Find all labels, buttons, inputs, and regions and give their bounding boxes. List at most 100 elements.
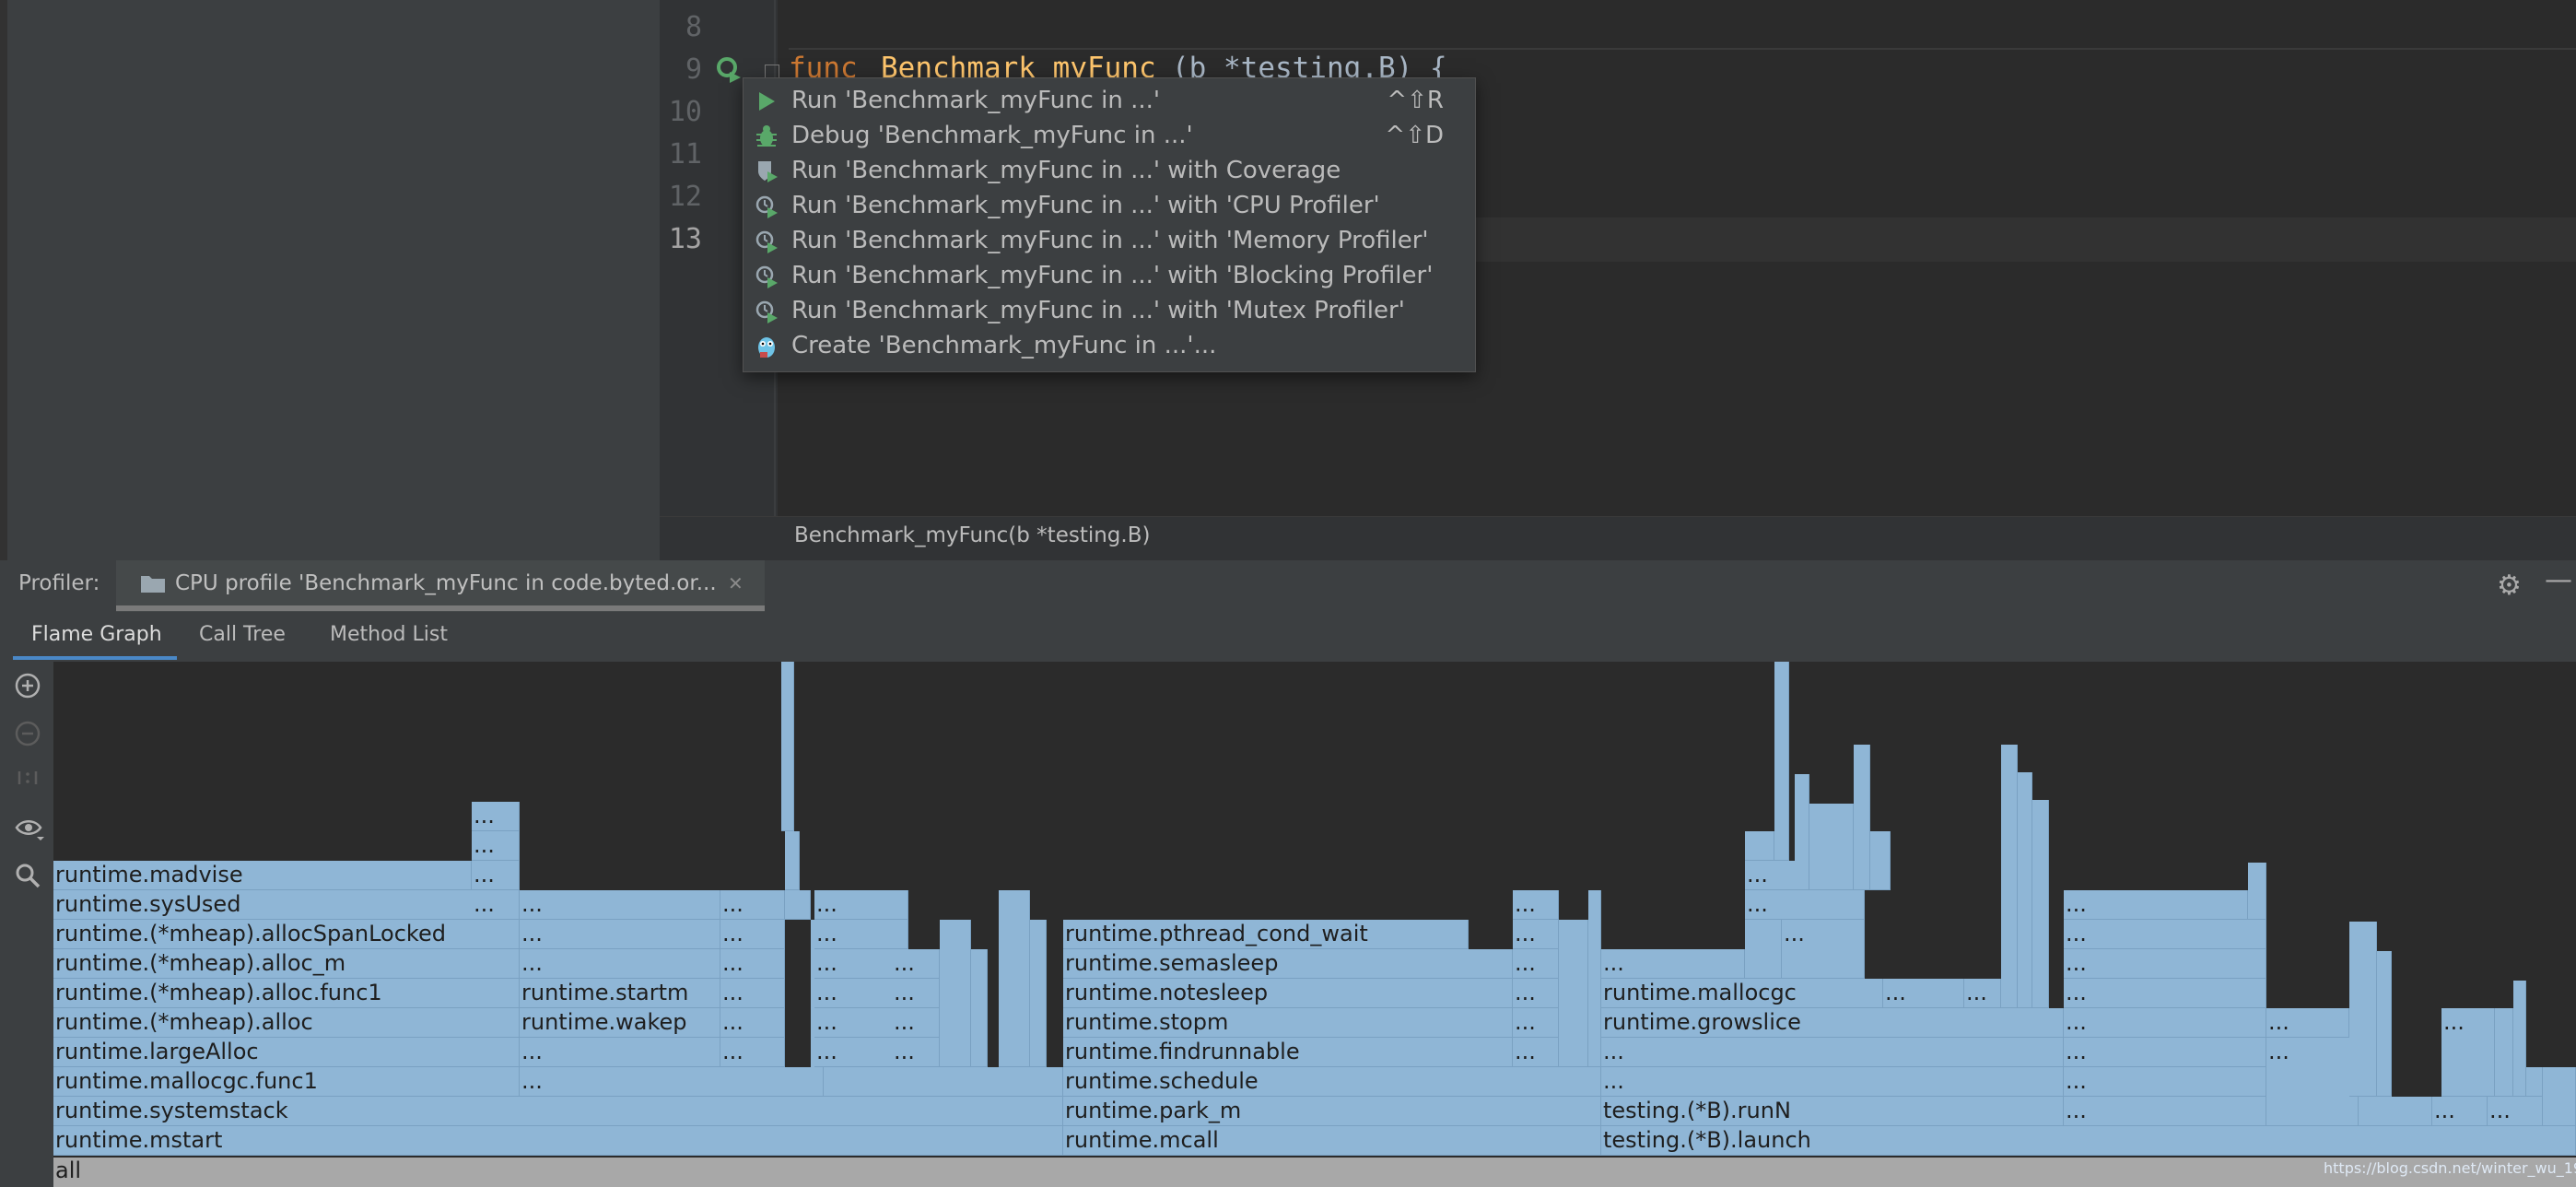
flame-frame[interactable]: testing.(*B).launch: [1601, 1126, 2576, 1156]
menu-item-blocking-profiler[interactable]: Run 'Benchmark_myFunc in ...' with 'Bloc…: [744, 259, 1475, 294]
menu-item-run[interactable]: Run 'Benchmark_myFunc in ...' ^⇧R: [744, 84, 1475, 119]
flame-frame[interactable]: runtime.sysUsed: [53, 890, 520, 920]
flame-frame[interactable]: ...: [814, 890, 908, 920]
flame-frame[interactable]: ...: [1513, 890, 1559, 920]
flame-frame[interactable]: ...: [2266, 1008, 2349, 1038]
flame-frame[interactable]: [2377, 951, 2392, 1097]
tab-flame-graph[interactable]: Flame Graph: [31, 623, 162, 646]
flame-frame[interactable]: ...: [472, 861, 520, 890]
flame-frame[interactable]: [2526, 1067, 2543, 1097]
flame-frame[interactable]: ...: [1782, 920, 1865, 979]
flame-frame[interactable]: [1774, 662, 1789, 861]
zoom-in-icon[interactable]: [15, 673, 41, 702]
flame-frame[interactable]: ...: [892, 949, 940, 979]
flame-frame[interactable]: ...: [472, 890, 520, 920]
flame-frame[interactable]: [999, 890, 1030, 1067]
flame-frame[interactable]: [1745, 920, 1782, 979]
flame-frame[interactable]: ...: [814, 920, 908, 949]
flame-frame[interactable]: ...: [1883, 979, 1964, 1008]
flame-frame[interactable]: ...: [1513, 949, 1559, 979]
flame-frame[interactable]: [1809, 804, 1854, 890]
flame-frame[interactable]: runtime.growslice: [1601, 1008, 2064, 1038]
flame-frame[interactable]: [2248, 863, 2266, 920]
menu-item-mutex-profiler[interactable]: Run 'Benchmark_myFunc in ...' with 'Mute…: [744, 294, 1475, 329]
zoom-out-icon[interactable]: [15, 721, 41, 750]
flame-frame[interactable]: [781, 662, 794, 831]
flame-frame[interactable]: ...: [2064, 979, 2266, 1008]
flame-frame[interactable]: runtime.findrunnable: [1063, 1038, 1513, 1067]
flame-frame[interactable]: [785, 831, 800, 890]
flame-frame[interactable]: runtime.pthread_cond_wait: [1063, 920, 1469, 949]
flame-frame[interactable]: runtime.(*mheap).allocSpanLocked: [53, 920, 520, 949]
flame-frame[interactable]: [2359, 1097, 2432, 1126]
flame-frame[interactable]: ...: [720, 949, 785, 979]
flame-frame[interactable]: ...: [520, 920, 720, 949]
flame-frame[interactable]: [1588, 890, 1601, 1067]
flame-frame[interactable]: runtime.mallocgc: [1601, 979, 1883, 1008]
gear-icon[interactable]: ⚙: [2497, 570, 2522, 602]
flame-frame[interactable]: runtime.(*mheap).alloc: [53, 1008, 520, 1038]
flame-frame[interactable]: ...: [2064, 1008, 2266, 1038]
flame-frame[interactable]: [2349, 922, 2377, 1097]
flame-frame[interactable]: ...: [520, 1038, 720, 1067]
flame-frame[interactable]: ...: [472, 802, 520, 831]
menu-item-memory-profiler[interactable]: Run 'Benchmark_myFunc in ...' with 'Memo…: [744, 224, 1475, 259]
flame-frame[interactable]: ...: [1513, 1038, 1559, 1067]
run-gutter-icon[interactable]: [715, 55, 743, 83]
flame-frame[interactable]: ...: [2441, 1008, 2495, 1097]
flame-frame[interactable]: runtime.systemstack: [53, 1097, 1063, 1126]
flame-frame[interactable]: runtime.mcall: [1063, 1126, 1601, 1156]
flame-frame[interactable]: runtime.(*mheap).alloc_m: [53, 949, 520, 979]
flame-frame[interactable]: ...: [720, 920, 785, 949]
flame-frame[interactable]: ...: [2432, 1097, 2488, 1126]
flame-frame[interactable]: runtime.notesleep: [1063, 979, 1513, 1008]
flame-frame[interactable]: ...: [2064, 1038, 2266, 1067]
flame-frame[interactable]: ...: [892, 1038, 940, 1067]
flame-frame[interactable]: [1854, 745, 1870, 890]
flame-frame[interactable]: runtime.mstart: [53, 1126, 1063, 1156]
flame-frame[interactable]: [940, 920, 971, 1067]
flame-frame[interactable]: runtime.wakep: [520, 1008, 720, 1038]
flame-frame[interactable]: runtime.(*mheap).alloc.func1: [53, 979, 520, 1008]
flame-frame[interactable]: [1795, 774, 1809, 890]
flame-graph[interactable]: runtime.mstart runtime.systemstack runti…: [53, 662, 2576, 1187]
flame-frame[interactable]: runtime.semasleep: [1063, 949, 1513, 979]
flame-frame[interactable]: [1745, 831, 1774, 861]
flame-frame[interactable]: ...: [1513, 920, 1559, 949]
flame-frame[interactable]: runtime.park_m: [1063, 1097, 1601, 1126]
flame-frame[interactable]: ...: [2266, 1038, 2359, 1126]
flame-frame[interactable]: ...: [2488, 1097, 2543, 1126]
eye-icon[interactable]: [15, 817, 44, 846]
flame-frame[interactable]: ...: [892, 1008, 940, 1038]
close-tab-icon[interactable]: ✕: [728, 572, 744, 594]
flame-frame[interactable]: runtime.stopm: [1063, 1008, 1513, 1038]
flame-frame[interactable]: [2018, 772, 2032, 1008]
flame-frame[interactable]: ...: [1601, 1038, 2064, 1067]
menu-item-create-config[interactable]: Create 'Benchmark_myFunc in ...'...: [744, 329, 1475, 364]
flame-frame[interactable]: ...: [1964, 979, 2001, 1008]
flame-frame[interactable]: [1559, 920, 1588, 1067]
flame-frame[interactable]: [2543, 1067, 2576, 1126]
flame-frame[interactable]: ...: [2064, 1067, 2266, 1097]
flame-frame[interactable]: ...: [1513, 979, 1559, 1008]
flame-frame[interactable]: ...: [520, 949, 720, 979]
flame-frame[interactable]: runtime.largeAlloc: [53, 1038, 520, 1067]
flame-frame[interactable]: ...: [720, 1008, 785, 1038]
flame-frame[interactable]: ...: [1601, 1067, 2064, 1097]
flame-frame[interactable]: [2513, 981, 2526, 1097]
flame-frame[interactable]: ...: [720, 1038, 785, 1067]
flame-frame[interactable]: runtime.mallocgc.func1: [53, 1067, 520, 1097]
flame-frame[interactable]: runtime.madvise: [53, 861, 472, 890]
flame-frame[interactable]: testing.(*B).runN: [1601, 1097, 2064, 1126]
flame-frame[interactable]: [1870, 831, 1891, 890]
menu-item-cpu-profiler[interactable]: Run 'Benchmark_myFunc in ...' with 'CPU …: [744, 189, 1475, 224]
flame-frame[interactable]: [971, 949, 988, 1067]
flame-frame[interactable]: ...: [472, 831, 520, 861]
breadcrumb[interactable]: Benchmark_myFunc(b *testing.B): [794, 523, 1150, 547]
flame-frame[interactable]: ...: [1745, 861, 1797, 890]
flame-frame[interactable]: [1030, 920, 1047, 1067]
flame-frame[interactable]: [2495, 1008, 2513, 1097]
flame-frame[interactable]: runtime.schedule: [1063, 1067, 1601, 1097]
flame-frame[interactable]: [2032, 800, 2049, 1008]
flame-frame[interactable]: ...: [720, 979, 785, 1008]
